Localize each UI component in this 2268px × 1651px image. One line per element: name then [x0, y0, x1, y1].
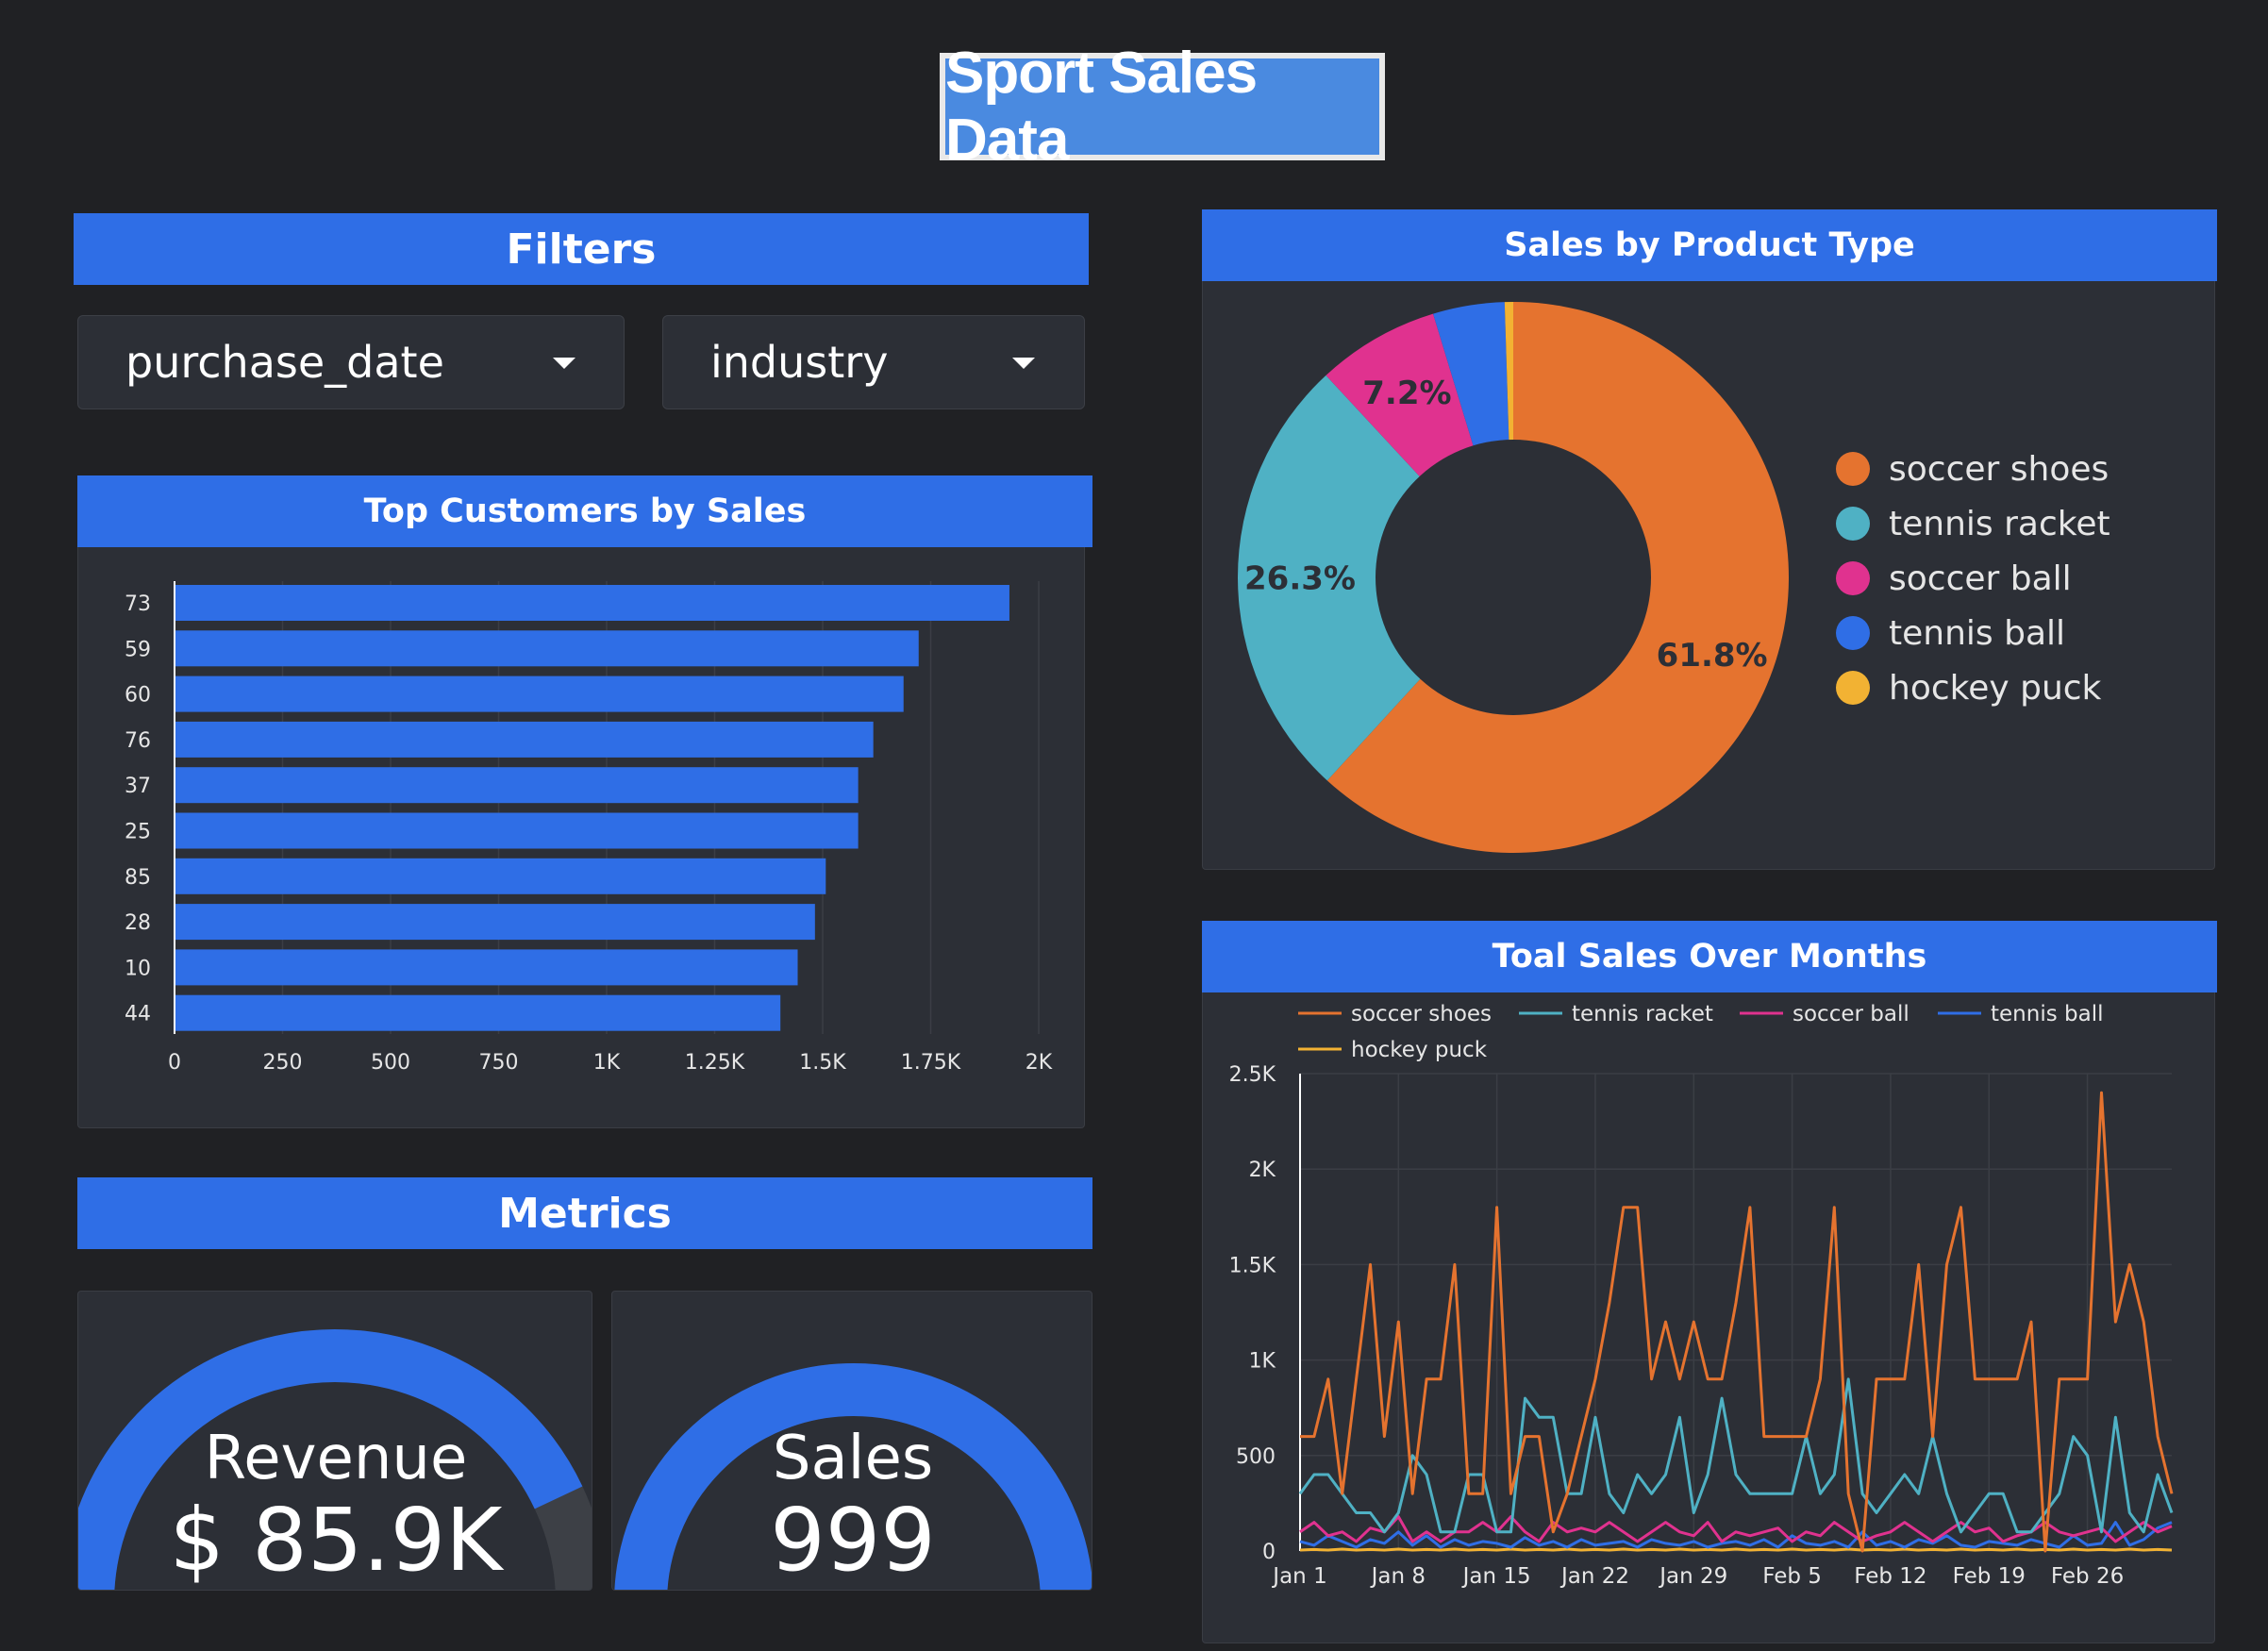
line-y-tick: 2K: [1249, 1159, 1276, 1182]
customer-bar[interactable]: [175, 812, 859, 849]
dashboard-title: Sport Sales Data: [945, 41, 1379, 173]
product-type-legend: soccer shoes tennis racket soccer ball tenn…: [1836, 442, 2194, 715]
sales-months-header: Toal Sales Over Months: [1202, 921, 2217, 992]
line-legend-label: hockey puck: [1351, 1038, 1488, 1062]
sales-scorecard: Sales 999: [611, 1291, 1092, 1591]
line-x-tick: Jan 29: [1658, 1564, 1727, 1589]
donut-hole: [1376, 440, 1651, 715]
line-series-soccer-shoes[interactable]: [1300, 1091, 2174, 1553]
customer-id-label: 60: [125, 684, 151, 708]
legend-item: tennis racket: [1836, 496, 2194, 551]
donut-slice-label: 61.8%: [1657, 637, 1768, 675]
customer-bar[interactable]: [175, 904, 815, 941]
caret-down-icon: [1012, 358, 1035, 369]
bar-x-tick: 1.5K: [799, 1051, 846, 1075]
bar-x-tick: 500: [371, 1051, 410, 1075]
customer-id-label: 59: [125, 638, 151, 661]
line-legend-label: soccer shoes: [1351, 1002, 1492, 1026]
customer-bar[interactable]: [175, 585, 1009, 621]
line-x-tick: Jan 15: [1461, 1564, 1531, 1589]
customer-bar[interactable]: [175, 858, 826, 894]
legend-label: hockey puck: [1889, 668, 2102, 708]
legend-item: hockey puck: [1836, 660, 2194, 715]
revenue-label: Revenue: [204, 1424, 468, 1493]
bar-x-tick: 1.25K: [685, 1051, 745, 1075]
donut-slice-label: 26.3%: [1244, 560, 1356, 598]
line-x-tick: Feb 26: [2051, 1564, 2124, 1589]
customer-id-label: 25: [125, 821, 151, 844]
revenue-value: $ 85.9K: [169, 1490, 503, 1591]
bar-x-tick: 1.75K: [901, 1051, 961, 1075]
customer-id-label: 76: [125, 729, 151, 753]
legend-dot: [1836, 507, 1870, 541]
line-x-tick: Feb 5: [1762, 1564, 1822, 1589]
customer-id-label: 73: [125, 592, 151, 616]
line-x-tick: Jan 1: [1271, 1564, 1326, 1589]
line-y-tick: 1K: [1249, 1350, 1276, 1374]
customer-id-label: 44: [125, 1003, 151, 1026]
legend-dot: [1836, 452, 1870, 486]
customer-bar[interactable]: [175, 994, 781, 1031]
legend-label: soccer ball: [1889, 559, 2072, 598]
legend-label: tennis racket: [1889, 504, 2110, 543]
purchase-date-dropdown[interactable]: purchase_date: [77, 315, 625, 409]
bar-x-tick: 750: [479, 1051, 519, 1075]
line-legend-label: tennis racket: [1572, 1002, 1713, 1026]
bar-x-tick: 2K: [1026, 1051, 1053, 1075]
top-customers-chart: 73 59 60 76 37 25 85 28 10 44 0 250 500 750 1K 1.25K 1.…: [125, 581, 1053, 1075]
bar-x-tick: 0: [168, 1051, 181, 1075]
legend-item: soccer ball: [1836, 551, 2194, 606]
customer-bar[interactable]: [175, 767, 859, 804]
caret-down-icon: [553, 358, 575, 369]
product-type-donut: 61.8% 26.3% 7.2%: [1238, 302, 1789, 853]
line-y-tick: 500: [1236, 1445, 1276, 1469]
legend-item: soccer shoes: [1836, 442, 2194, 496]
top-customers-header: Top Customers by Sales: [77, 475, 1092, 547]
customer-bar[interactable]: [175, 630, 919, 667]
purchase-date-label: purchase_date: [125, 337, 444, 388]
sales-months-chart: soccer shoes tennis racket soccer ball tenn…: [1229, 1002, 2174, 1589]
product-type-header: Sales by Product Type: [1202, 209, 2217, 281]
legend-label: soccer shoes: [1889, 449, 2110, 489]
bar-x-tick: 1K: [593, 1051, 621, 1075]
bar-x-tick: 250: [263, 1051, 303, 1075]
industry-label: industry: [710, 337, 889, 388]
line-series-hockey-puck[interactable]: [1299, 1547, 2173, 1552]
customer-id-label: 28: [125, 911, 151, 935]
legend-dot: [1836, 671, 1870, 705]
legend-dot: [1836, 616, 1870, 650]
donut-slice-label: 7.2%: [1362, 375, 1451, 412]
revenue-scorecard: Revenue $ 85.9K: [77, 1291, 592, 1591]
line-x-tick: Jan 8: [1370, 1564, 1426, 1589]
legend-dot: [1836, 561, 1870, 595]
line-x-tick: Feb 12: [1854, 1564, 1926, 1589]
legend-label: tennis ball: [1889, 613, 2066, 653]
line-y-tick: 1.5K: [1229, 1254, 1276, 1277]
line-legend-label: tennis ball: [1991, 1002, 2103, 1026]
line-x-tick: Feb 19: [1953, 1564, 2026, 1589]
line-x-tick: Jan 22: [1559, 1564, 1629, 1589]
customer-bar[interactable]: [175, 949, 798, 986]
sales-value: 999: [770, 1490, 936, 1591]
metrics-header: Metrics: [77, 1177, 1092, 1249]
line-y-tick: 0: [1262, 1541, 1276, 1564]
line-y-tick: 2.5K: [1229, 1063, 1276, 1087]
customer-id-label: 85: [125, 866, 151, 890]
filters-header: Filters: [74, 213, 1089, 285]
customer-id-label: 37: [125, 775, 151, 798]
customer-id-label: 10: [125, 957, 151, 980]
customer-bar[interactable]: [175, 675, 904, 712]
line-legend-label: soccer ball: [1793, 1002, 1909, 1026]
industry-dropdown[interactable]: industry: [662, 315, 1085, 409]
legend-item: tennis ball: [1836, 606, 2194, 660]
sales-label: Sales: [772, 1424, 934, 1493]
customer-bar[interactable]: [175, 721, 874, 758]
dashboard-title-box: Sport Sales Data: [940, 41, 1385, 173]
